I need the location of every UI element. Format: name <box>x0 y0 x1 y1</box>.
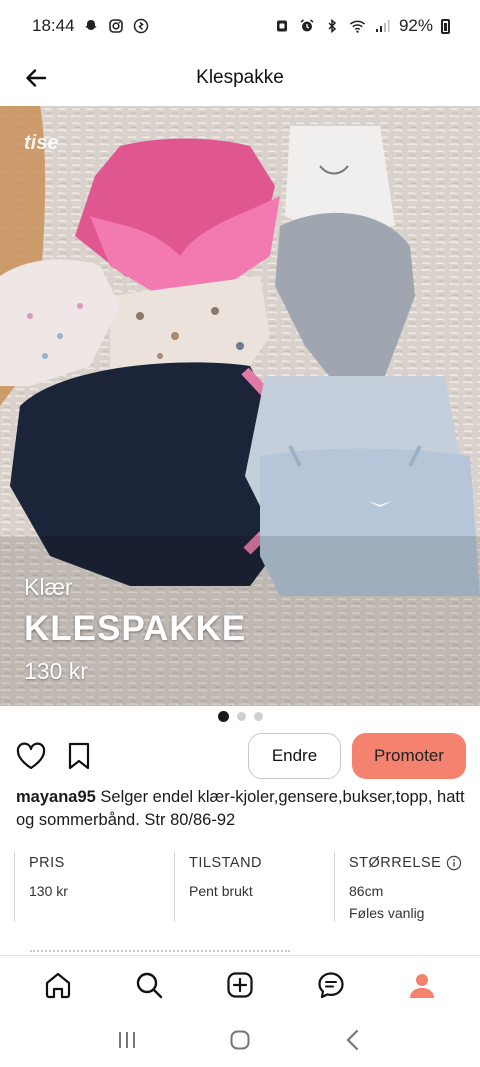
scroll-peek-divider <box>30 950 290 954</box>
image-pager <box>0 711 480 722</box>
arrow-left-icon <box>26 69 47 87</box>
status-left: 18:44 <box>32 16 150 36</box>
battery-percent: 92% <box>398 16 433 35</box>
listing-image[interactable]: tise Klær KLESPAKKE 130 kr <box>0 106 480 706</box>
seller-username[interactable]: mayana95 <box>16 788 96 806</box>
nav-add[interactable] <box>220 965 260 1005</box>
brand-watermark: tise <box>24 132 59 154</box>
status-right: 92% <box>274 16 450 36</box>
bottom-nav <box>0 955 480 1013</box>
home-icon <box>45 972 70 998</box>
system-back-button[interactable] <box>333 1020 373 1060</box>
battery-icon <box>441 18 450 34</box>
detail-size: STØRRELSE 86cm Føles vanlig <box>334 852 470 922</box>
recents-icon <box>118 1032 135 1048</box>
status-time: 18:44 <box>32 16 75 35</box>
pager-dot-active[interactable] <box>217 711 229 722</box>
hero-title: KLESPAKKE <box>24 609 247 648</box>
instagram-icon <box>108 18 125 35</box>
detail-condition-value: Pent brukt <box>189 883 253 899</box>
search-icon <box>136 972 162 998</box>
edit-button[interactable]: Endre <box>248 733 341 779</box>
like-button[interactable] <box>14 739 48 773</box>
home-circle-icon <box>230 1030 250 1050</box>
details-row: PRIS 130 kr TILSTAND Pent brukt STØRRELS… <box>14 852 470 922</box>
detail-size-label: STØRRELSE <box>349 855 442 871</box>
detail-size-value: 86cm <box>349 883 384 899</box>
app-bar: Klespakke <box>0 52 480 104</box>
system-nav <box>0 1013 480 1067</box>
nav-search[interactable] <box>129 965 169 1005</box>
heart-icon <box>16 742 46 770</box>
alarm-icon <box>274 18 291 35</box>
bluetooth-icon <box>324 18 341 35</box>
action-row: Endre Promoter <box>0 733 480 779</box>
recents-button[interactable] <box>107 1020 147 1060</box>
bookmark-icon <box>68 742 90 770</box>
back-chevron-icon <box>346 1029 359 1051</box>
nav-profile[interactable] <box>402 965 442 1005</box>
detail-price-label: PRIS <box>29 855 65 871</box>
detail-size-values: 86cm Føles vanlig <box>349 880 470 924</box>
activity-icon <box>133 18 150 35</box>
snapchat-icon <box>83 18 100 35</box>
signal-icon <box>374 18 391 35</box>
listing-description: mayana95 Selger endel klær-kjoler,genser… <box>16 786 466 832</box>
detail-condition-label: TILSTAND <box>189 855 263 871</box>
pager-dot[interactable] <box>236 712 246 721</box>
back-button[interactable] <box>18 60 54 96</box>
save-button[interactable] <box>62 739 96 773</box>
add-icon <box>227 971 253 998</box>
promote-button[interactable]: Promoter <box>352 733 466 779</box>
alarm-clock-icon <box>299 18 316 35</box>
detail-size-label-row: STØRRELSE <box>349 852 470 874</box>
detail-size-fit: Føles vanlig <box>349 905 425 921</box>
profile-icon <box>410 973 435 998</box>
hero-price: 130 kr <box>24 658 88 684</box>
detail-condition: TILSTAND Pent brukt <box>174 852 334 922</box>
detail-price-value: 130 kr <box>29 883 68 899</box>
system-home-button[interactable] <box>220 1020 260 1060</box>
info-icon[interactable] <box>446 855 462 871</box>
chat-icon <box>318 971 344 998</box>
detail-price: PRIS 130 kr <box>14 852 174 922</box>
hero-category: Klær <box>24 574 73 600</box>
page-title: Klespakke <box>196 67 284 88</box>
pager-dot[interactable] <box>253 712 263 721</box>
nav-home[interactable] <box>38 965 78 1005</box>
wifi-icon <box>349 18 366 35</box>
status-bar: 18:44 92% <box>0 0 480 52</box>
nav-chat[interactable] <box>311 965 351 1005</box>
